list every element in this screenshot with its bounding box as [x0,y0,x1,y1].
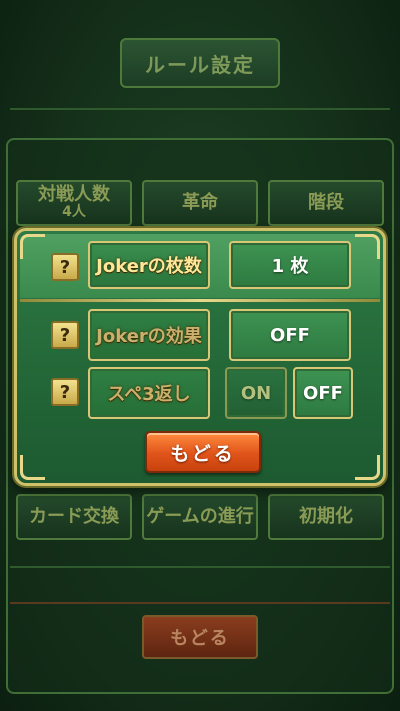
dialog-divider [20,299,380,302]
game-progress-button[interactable]: ゲームの進行 [142,494,258,540]
back-button[interactable]: もどる [145,431,261,473]
player-count-label: 対戦人数 [38,184,110,206]
help-icon-glyph: ? [59,256,71,278]
revolution-button[interactable]: 革命 [142,180,258,226]
screen-title-text: ルール設定 [145,52,255,77]
divider [10,566,390,568]
screen-title: ルール設定 [120,38,280,88]
card-exchange-label: カード交換 [29,505,119,527]
stairs-button[interactable]: 階段 [268,180,384,226]
player-count-button[interactable]: 対戦人数 4人 [16,180,132,226]
ornament-corner [355,455,380,480]
spade3-off-text: OFF [303,382,343,404]
help-icon[interactable]: ? [51,321,79,349]
joker-effect-value-button[interactable]: OFF [229,309,351,361]
help-icon-glyph: ? [59,324,71,346]
joker-effect-value-text: OFF [270,324,310,346]
divider [10,602,390,604]
joker-effect-label: Jokerの効果 [88,309,210,361]
spade3-on-button[interactable]: ON [225,367,287,419]
divider [10,108,390,110]
revolution-label: 革命 [182,191,218,213]
spade3-return-label: スペ3返し [88,367,210,419]
background-back-label: もどる [170,628,230,649]
ornament-corner [20,455,45,480]
spade3-on-text: ON [240,382,272,404]
joker-count-value-text: 1 枚 [271,256,309,277]
background-back-button[interactable]: もどる [142,615,258,659]
spade3-return-label-text: スペ3返し [107,384,191,405]
stairs-label: 階段 [308,191,344,213]
help-icon-glyph: ? [59,381,71,403]
player-count-value: 4人 [62,204,86,221]
ornament-corner [355,234,380,259]
joker-count-label: Jokerの枚数 [88,241,210,289]
help-icon[interactable]: ? [51,253,79,281]
game-progress-label: ゲームの進行 [146,505,254,527]
joker-settings-dialog: ? Jokerの枚数 1 枚 ? Jokerの効果 OFF ? スペ3返し ON… [14,228,386,486]
reset-label: 初期化 [299,505,353,527]
joker-count-value-button[interactable]: 1 枚 [229,241,351,289]
back-button-label: もどる [170,442,236,465]
joker-effect-label-text: Jokerの効果 [96,326,202,347]
ornament-corner [20,234,45,259]
card-exchange-button[interactable]: カード交換 [16,494,132,540]
spade3-off-button[interactable]: OFF [293,367,353,419]
help-icon[interactable]: ? [51,378,79,406]
joker-count-label-text: Jokerの枚数 [96,256,202,277]
reset-button[interactable]: 初期化 [268,494,384,540]
